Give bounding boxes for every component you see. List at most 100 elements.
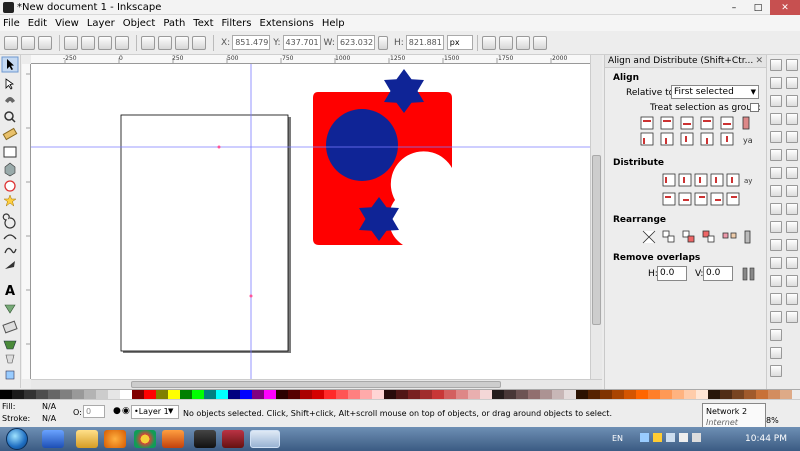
swatch[interactable] [444, 390, 456, 399]
swatch[interactable] [132, 390, 144, 399]
snap-object-mid-icon[interactable] [786, 239, 798, 251]
explorer-icon[interactable] [76, 430, 98, 448]
menu-edit[interactable]: Edit [28, 18, 47, 29]
swatch[interactable] [372, 390, 384, 399]
swatch[interactable] [384, 390, 396, 399]
rotate-cw-icon[interactable] [81, 35, 95, 50]
swatch[interactable] [276, 390, 288, 399]
swatch[interactable] [96, 390, 108, 399]
save-icon[interactable] [770, 95, 782, 107]
w-input[interactable]: 623.032 [336, 35, 375, 50]
lock-ratio-icon[interactable] [377, 35, 388, 50]
snap-centers-icon[interactable] [786, 149, 798, 161]
vertical-scrollbar[interactable] [590, 55, 602, 379]
copy-icon[interactable] [770, 203, 782, 215]
open-icon[interactable] [770, 77, 782, 89]
lock-icon[interactable]: ◉ [122, 406, 130, 416]
swatch[interactable] [72, 390, 84, 399]
fill-value[interactable]: N/A [42, 402, 56, 411]
swatch[interactable] [240, 390, 252, 399]
swatch[interactable] [660, 390, 672, 399]
media-player-icon[interactable] [162, 430, 184, 448]
swatch[interactable] [648, 390, 660, 399]
move-patterns-icon[interactable] [532, 35, 547, 50]
swatch[interactable] [696, 390, 708, 399]
swatch[interactable] [528, 390, 540, 399]
y-input[interactable]: 437.701 [282, 35, 321, 50]
swatch[interactable] [396, 390, 408, 399]
swatch[interactable] [576, 390, 588, 399]
language-indicator[interactable]: EN [612, 434, 623, 443]
horizontal-scrollbar[interactable] [31, 379, 602, 389]
swatch[interactable] [204, 390, 216, 399]
swatch[interactable] [228, 390, 240, 399]
powerpoint-icon[interactable] [222, 430, 244, 448]
menu-help[interactable]: Help [322, 18, 345, 29]
swatch[interactable] [12, 390, 24, 399]
swatch[interactable] [708, 390, 720, 399]
stroke-value[interactable]: N/A [42, 414, 56, 423]
swatch[interactable] [84, 390, 96, 399]
swatch[interactable] [588, 390, 600, 399]
print-icon[interactable] [770, 113, 782, 125]
horizontal-ruler[interactable]: -250 0 250 500 750 1000 1250 1500 1750 2… [31, 55, 590, 64]
swatch[interactable] [552, 390, 564, 399]
export-icon[interactable] [770, 149, 782, 161]
h-input[interactable]: 821.881 [405, 35, 444, 50]
swatch[interactable] [780, 390, 792, 399]
menu-view[interactable]: View [55, 18, 79, 29]
swatch[interactable] [0, 390, 12, 399]
swatch[interactable] [720, 390, 732, 399]
swatch[interactable] [264, 390, 276, 399]
snap-intersections-icon[interactable] [786, 203, 798, 215]
swatch[interactable] [612, 390, 624, 399]
snap-smooth-icon[interactable] [786, 221, 798, 233]
swatch[interactable] [24, 390, 36, 399]
snap-grid-icon[interactable] [786, 293, 798, 305]
swatch[interactable] [180, 390, 192, 399]
swatch[interactable] [108, 390, 120, 399]
snap-page-icon[interactable] [786, 275, 798, 287]
minimize-button[interactable]: – [722, 0, 746, 15]
swatch[interactable] [252, 390, 264, 399]
swatch[interactable] [456, 390, 468, 399]
opacity-input[interactable]: 0 [83, 405, 105, 418]
swatch[interactable] [324, 390, 336, 399]
firefox-icon[interactable] [104, 430, 126, 448]
swatch[interactable] [408, 390, 420, 399]
color-palette[interactable] [0, 389, 800, 399]
swatch[interactable] [624, 390, 636, 399]
flip-vertical-icon[interactable] [115, 35, 129, 50]
swatch[interactable] [672, 390, 684, 399]
tray-display-icon[interactable] [666, 433, 675, 442]
tray-network-icon[interactable] [679, 433, 688, 442]
ie-icon[interactable] [42, 430, 64, 448]
scale-corners-icon[interactable] [498, 35, 513, 50]
swatch[interactable] [168, 390, 180, 399]
menu-layer[interactable]: Layer [87, 18, 115, 29]
snap-guides-icon[interactable] [786, 311, 798, 323]
swatch[interactable] [564, 390, 576, 399]
swatch[interactable] [300, 390, 312, 399]
redo-icon[interactable] [770, 185, 782, 197]
scroll-thumb[interactable] [131, 381, 501, 388]
swatch[interactable] [636, 390, 648, 399]
clock[interactable]: 10:44 PM [745, 434, 787, 444]
inkscape-taskbar-icon[interactable] [250, 430, 280, 448]
cut-icon[interactable] [770, 221, 782, 233]
select-all-layers-icon[interactable] [21, 35, 35, 50]
swatch[interactable] [756, 390, 768, 399]
swatch[interactable] [192, 390, 204, 399]
zoom-page-icon[interactable] [770, 293, 782, 305]
relative-to-select[interactable]: First selected ▼ [671, 85, 759, 99]
move-gradients-icon[interactable] [515, 35, 530, 50]
snap-paths-icon[interactable] [786, 185, 798, 197]
navy-circle[interactable] [326, 109, 398, 181]
treat-as-group-checkbox[interactable] [750, 103, 759, 112]
clone-icon[interactable] [770, 329, 782, 341]
swatch[interactable] [156, 390, 168, 399]
swatch[interactable] [420, 390, 432, 399]
menu-file[interactable]: File [3, 18, 20, 29]
swatch[interactable] [60, 390, 72, 399]
select-all-icon[interactable] [4, 35, 18, 50]
